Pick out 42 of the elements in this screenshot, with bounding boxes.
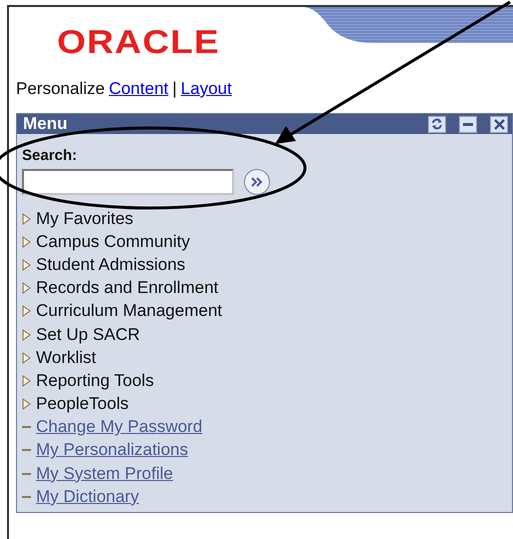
dash-icon bbox=[22, 449, 31, 452]
layout-link[interactable]: Layout bbox=[180, 79, 232, 99]
menu-link[interactable]: My Dictionary bbox=[36, 486, 139, 507]
menu-link[interactable]: Change My Password bbox=[36, 417, 202, 438]
refresh-button[interactable] bbox=[428, 116, 446, 132]
triangle-icon bbox=[22, 212, 31, 225]
menu-folder-item[interactable]: Set Up SACR bbox=[36, 324, 140, 345]
menu-title: Menu bbox=[23, 114, 68, 134]
menu-folder-item[interactable]: Student Admissions bbox=[36, 254, 186, 275]
search-label: Search: bbox=[22, 147, 78, 164]
dash-icon bbox=[22, 496, 31, 498]
oracle-logo: ORACLE bbox=[57, 23, 220, 61]
search-field[interactable] bbox=[22, 169, 234, 195]
close-button[interactable] bbox=[490, 116, 508, 132]
menu-folder-item[interactable]: Campus Community bbox=[36, 232, 190, 252]
menu-folder-item[interactable]: Curriculum Management bbox=[36, 301, 222, 322]
minimize-icon bbox=[463, 122, 473, 126]
refresh-icon bbox=[431, 118, 443, 130]
menu-folder-item[interactable]: Worklist bbox=[36, 348, 96, 368]
triangle-icon bbox=[22, 374, 31, 387]
triangle-icon bbox=[22, 305, 31, 318]
minimize-button[interactable] bbox=[459, 116, 477, 132]
menu-link[interactable]: My System Profile bbox=[36, 464, 173, 484]
menu-folder-item[interactable]: My Favorites bbox=[36, 208, 134, 229]
triangle-icon bbox=[22, 328, 31, 341]
content-link[interactable]: Content bbox=[108, 79, 168, 99]
triangle-icon bbox=[22, 352, 31, 364]
link-separator: | bbox=[172, 79, 177, 99]
menu-folder-item[interactable]: PeopleTools bbox=[36, 394, 129, 414]
triangle-icon bbox=[22, 236, 31, 248]
triangle-icon bbox=[22, 398, 31, 410]
menu-folder-item[interactable]: Reporting Tools bbox=[36, 370, 154, 391]
dash-icon bbox=[22, 472, 31, 475]
triangle-icon bbox=[22, 258, 31, 271]
close-icon bbox=[494, 118, 504, 130]
menu-folder-item[interactable]: Records and Enrollment bbox=[36, 278, 218, 298]
personalize-label: Personalize bbox=[16, 79, 105, 99]
dash-icon bbox=[22, 426, 31, 428]
triangle-icon bbox=[22, 282, 31, 294]
double-chevron-icon bbox=[251, 177, 263, 187]
search-go-button[interactable] bbox=[244, 169, 270, 195]
menu-link[interactable]: My Personalizations bbox=[36, 440, 188, 460]
